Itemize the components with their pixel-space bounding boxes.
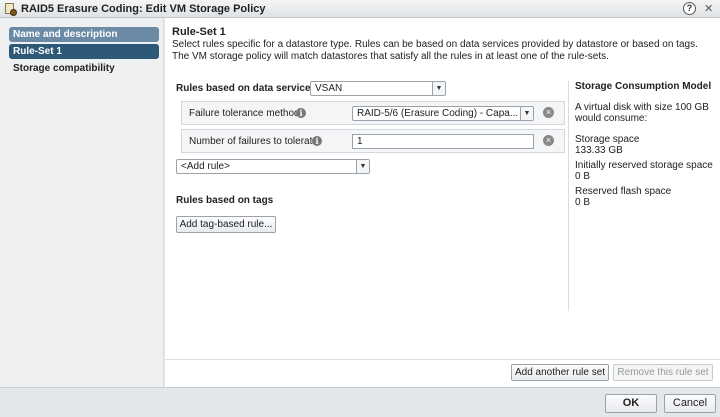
description-line-2: The VM storage policy will match datasto… <box>172 51 609 62</box>
consumption-title: Storage Consumption Model <box>575 81 712 92</box>
dialog-footer: OK Cancel <box>0 387 720 417</box>
failures-to-tolerate-input[interactable] <box>352 134 534 149</box>
title-bar: RAID5 Erasure Coding: Edit VM Storage Po… <box>0 0 720 18</box>
data-services-label: Rules based on data services <box>176 83 317 94</box>
description-line-1: Select rules specific for a datastore ty… <box>172 39 698 50</box>
divider <box>165 359 720 360</box>
main-pane: Rule-Set 1 Select rules specific for a d… <box>165 18 720 387</box>
info-icon[interactable]: i <box>312 136 322 146</box>
add-rule-select[interactable]: <Add rule> ▼ <box>176 159 370 174</box>
rule-row-failures-to-tolerate: Number of failures to tolerate i <box>181 129 565 153</box>
tags-label: Rules based on tags <box>176 195 274 206</box>
window-title: RAID5 Erasure Coding: Edit VM Storage Po… <box>21 2 266 15</box>
failure-tolerance-method-select[interactable]: RAID-5/6 (Erasure Coding) - Capa... ▼ <box>352 106 534 121</box>
consumption-intro-2: would consume: <box>575 113 648 124</box>
wizard-sidebar: Name and description Rule-Set 1 Storage … <box>0 18 164 387</box>
reserved-storage-value: 0 B <box>575 171 591 182</box>
help-icon[interactable]: ? <box>683 2 696 15</box>
sidebar-item-storage-compatibility[interactable]: Storage compatibility <box>9 61 159 76</box>
page-description: Select rules specific for a datastore ty… <box>172 39 717 63</box>
page-title: Rule-Set 1 <box>172 26 226 38</box>
sidebar-item-name-and-description[interactable]: Name and description <box>9 27 159 42</box>
rule-name: Number of failures to tolerate <box>189 136 318 147</box>
remove-rule-set-button[interactable]: Remove this rule set <box>613 364 713 381</box>
rule-name: Failure tolerance method <box>189 108 300 119</box>
storage-space-value: 133.33 GB <box>575 145 623 156</box>
ok-button[interactable]: OK <box>605 394 657 413</box>
add-tag-rule-button[interactable]: Add tag-based rule... <box>176 216 276 233</box>
storage-space-label: Storage space <box>575 134 640 145</box>
close-icon[interactable]: × <box>704 0 713 17</box>
sidebar-item-rule-set-1[interactable]: Rule-Set 1 <box>9 44 159 59</box>
storage-consumption-panel: Storage Consumption Model A virtual disk… <box>568 81 720 311</box>
failure-tolerance-method-value: RAID-5/6 (Erasure Coding) - Capa... <box>357 108 519 119</box>
remove-rule-icon[interactable]: × <box>543 107 554 118</box>
data-services-value: VSAN <box>315 83 343 94</box>
storage-policy-icon <box>4 2 17 16</box>
chevron-down-icon: ▼ <box>356 160 369 173</box>
add-rule-set-button[interactable]: Add another rule set <box>511 364 609 381</box>
info-icon[interactable]: i <box>296 108 306 118</box>
chevron-down-icon: ▼ <box>432 82 445 95</box>
reserved-flash-value: 0 B <box>575 197 591 208</box>
add-rule-value: <Add rule> <box>181 161 230 172</box>
cancel-button[interactable]: Cancel <box>664 394 716 413</box>
reserved-storage-label: Initially reserved storage space <box>575 160 713 171</box>
rule-row-failure-tolerance-method: Failure tolerance method i RAID-5/6 (Era… <box>181 101 565 125</box>
data-services-select[interactable]: VSAN ▼ <box>310 81 446 96</box>
remove-rule-icon[interactable]: × <box>543 135 554 146</box>
chevron-down-icon: ▼ <box>520 107 533 120</box>
reserved-flash-label: Reserved flash space <box>575 186 672 197</box>
consumption-intro-1: A virtual disk with size 100 GB <box>575 102 709 113</box>
